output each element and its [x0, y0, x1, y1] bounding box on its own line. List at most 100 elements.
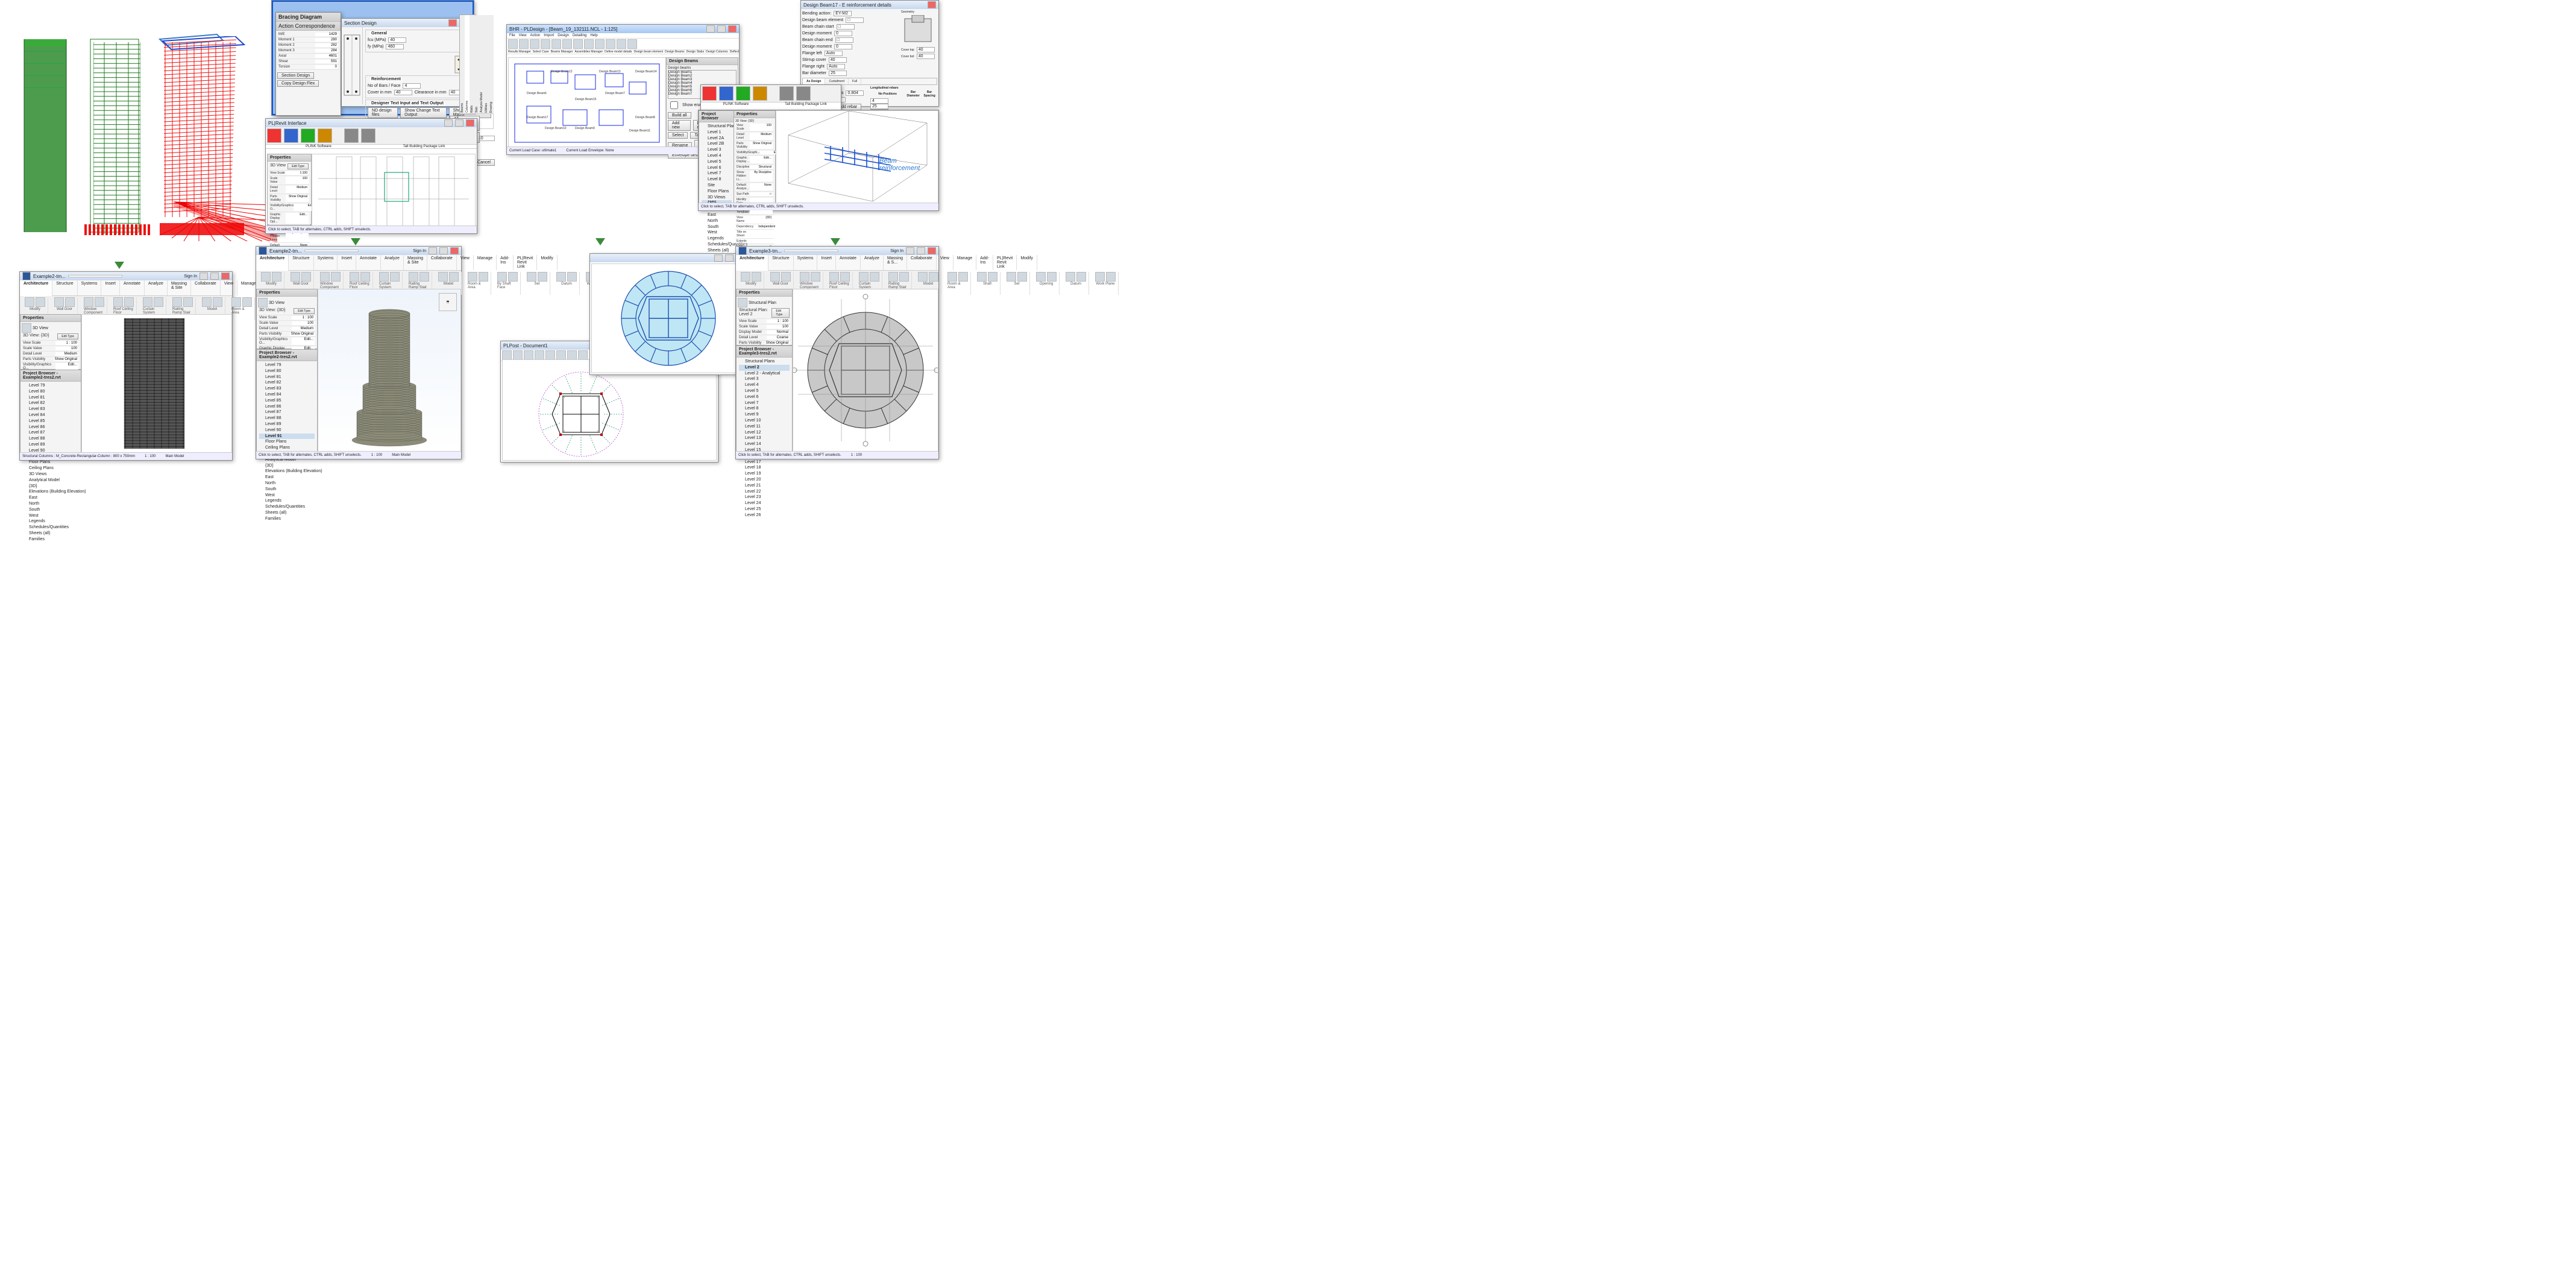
toolbar-item[interactable]: Deflection Strips — [730, 50, 739, 54]
reinf-v[interactable]: 40 — [829, 57, 847, 63]
search-input[interactable] — [304, 250, 359, 252]
ribbon-icon[interactable] — [172, 297, 182, 307]
tree-item[interactable]: West — [259, 493, 315, 499]
close-icon[interactable] — [448, 19, 457, 27]
ribbon-icon[interactable] — [261, 272, 271, 282]
search-input[interactable] — [68, 275, 122, 277]
close-icon[interactable] — [928, 247, 936, 254]
tree-item[interactable]: Level 12 — [739, 430, 790, 436]
tree-item[interactable]: 3D Views — [23, 471, 78, 478]
tab-structure[interactable]: Structure — [289, 255, 313, 270]
tab-structure[interactable]: Structure — [52, 280, 77, 295]
tab-massing-site[interactable]: Massing & Site — [168, 280, 191, 295]
toolbar-icon[interactable] — [606, 39, 615, 49]
barsface-field[interactable]: 4 — [403, 83, 421, 89]
ribbon-icon[interactable] — [231, 297, 241, 307]
plgen-icon[interactable] — [719, 86, 734, 101]
ribbon-icon[interactable] — [409, 272, 418, 282]
ribbon-icon[interactable] — [781, 272, 791, 282]
tree-item[interactable]: North — [259, 481, 315, 487]
tree-item[interactable]: West — [702, 230, 732, 236]
tree-item[interactable]: Schedules/Quantities — [702, 242, 732, 248]
tree-item[interactable]: Level 87 — [23, 430, 78, 436]
ribbon-icon[interactable] — [320, 272, 330, 282]
tree-item[interactable]: Legends — [702, 236, 732, 242]
pldesign-icon[interactable] — [318, 128, 332, 143]
ribbon-icon[interactable] — [202, 297, 212, 307]
tree-item[interactable]: Level 5 — [702, 159, 732, 165]
pldesign-plan-view[interactable]: Design Beam6Design Beam7Design Beam8Desi… — [508, 57, 666, 148]
toolbar-item[interactable]: Assemblies Manager — [574, 50, 603, 54]
tree-item[interactable]: Level 84 — [23, 412, 78, 418]
tab-collaborate[interactable]: Collaborate — [907, 255, 937, 270]
ribbon-icon[interactable] — [497, 272, 507, 282]
tree-item[interactable]: Ceiling Plans — [259, 445, 315, 451]
tree-item[interactable]: Level 86 — [23, 424, 78, 430]
edit-type-btn[interactable]: Edit Type — [57, 333, 78, 339]
tree-item[interactable]: Level 8 — [739, 406, 790, 412]
side-tab[interactable]: Analysis Model — [479, 15, 484, 114]
copy-flex-btn[interactable]: Copy Design Flex — [277, 80, 319, 87]
toolbar-icon[interactable] — [573, 39, 583, 49]
minimize-icon[interactable] — [906, 247, 914, 254]
import-reinf-icon[interactable] — [796, 86, 811, 101]
ribbon-icon[interactable] — [958, 272, 968, 282]
tree-item[interactable]: Level 9 — [739, 412, 790, 418]
maximize-icon[interactable] — [210, 273, 219, 280]
tree-item[interactable]: Level 14 — [739, 441, 790, 447]
tree-item[interactable]: Level 24 — [739, 500, 790, 506]
tree-item[interactable]: Families — [259, 516, 315, 522]
close-icon[interactable] — [728, 25, 737, 33]
tree-item[interactable]: Level 81 — [259, 374, 315, 380]
cover-bot-field[interactable]: 40 — [917, 54, 935, 59]
ribbon-icon[interactable] — [840, 272, 850, 282]
reinf-v[interactable]: □ — [846, 17, 864, 23]
tree-item[interactable]: North — [702, 218, 732, 224]
tree-item[interactable]: Level 2 - Analytical — [739, 371, 790, 377]
tree-item[interactable]: Level 8 — [702, 177, 732, 183]
plpost-icon[interactable] — [736, 86, 750, 101]
toolbar-icon[interactable] — [595, 39, 605, 49]
menu-item[interactable]: View — [519, 34, 527, 37]
toolbar-item[interactable]: Beams Manager — [551, 50, 573, 54]
ribbon-icon[interactable] — [1106, 272, 1116, 282]
side-tab[interactable]: Drawing — [489, 15, 494, 114]
ribbon-icon[interactable] — [36, 297, 45, 307]
tree-item[interactable]: Level 7 — [702, 171, 732, 177]
tree-item[interactable]: Sheets (all) — [23, 531, 78, 537]
tree-item[interactable]: Level 6 — [702, 165, 732, 171]
ribbon-icon[interactable] — [291, 272, 300, 282]
edit-type-btn[interactable]: Edit Type — [287, 163, 309, 169]
ribbon-icon[interactable] — [929, 272, 938, 282]
tab-systems[interactable]: Systems — [314, 255, 338, 270]
ribbon-icon[interactable] — [888, 272, 898, 282]
tree-item[interactable]: Level 10 — [739, 418, 790, 424]
tree-item[interactable]: 3D Views — [702, 195, 732, 201]
ribbon-icon[interactable] — [468, 272, 477, 282]
ribbon-icon[interactable] — [527, 272, 536, 282]
tree-item[interactable]: Level 26 — [739, 512, 790, 519]
tree-item[interactable]: Level 2 — [739, 365, 790, 371]
tree-item[interactable]: Level 6 — [739, 394, 790, 400]
fcu-field[interactable]: 40 — [388, 37, 406, 43]
reinf-v[interactable]: Auto — [825, 51, 843, 56]
toolbar-icon[interactable] — [508, 39, 518, 49]
tab-architecture[interactable]: Architecture — [256, 255, 289, 271]
ribbon-icon[interactable] — [84, 297, 93, 307]
minimize-icon[interactable] — [429, 247, 437, 254]
reinf-v[interactable]: 0 — [834, 44, 852, 49]
plpost-icon[interactable] — [301, 128, 315, 143]
tree-item[interactable]: Ceiling Plans — [23, 465, 78, 471]
toolbar-icon[interactable] — [541, 39, 550, 49]
toolbar-item[interactable]: Define model details — [605, 50, 632, 54]
ribbon-icon[interactable] — [1036, 272, 1046, 282]
tree-item[interactable]: Schedules/Quantities — [259, 504, 315, 510]
ribbon-icon[interactable] — [899, 272, 909, 282]
ribbon-icon[interactable] — [113, 297, 123, 307]
tab-collaborate[interactable]: Collaborate — [191, 280, 221, 295]
tab-modify[interactable]: Modify — [537, 255, 558, 270]
tab-modify[interactable]: Modify — [1017, 255, 1037, 270]
tree-item[interactable]: West — [23, 513, 78, 519]
tab-analyze[interactable]: Analyze — [381, 255, 404, 270]
build-all-btn[interactable]: Build all — [668, 112, 691, 119]
